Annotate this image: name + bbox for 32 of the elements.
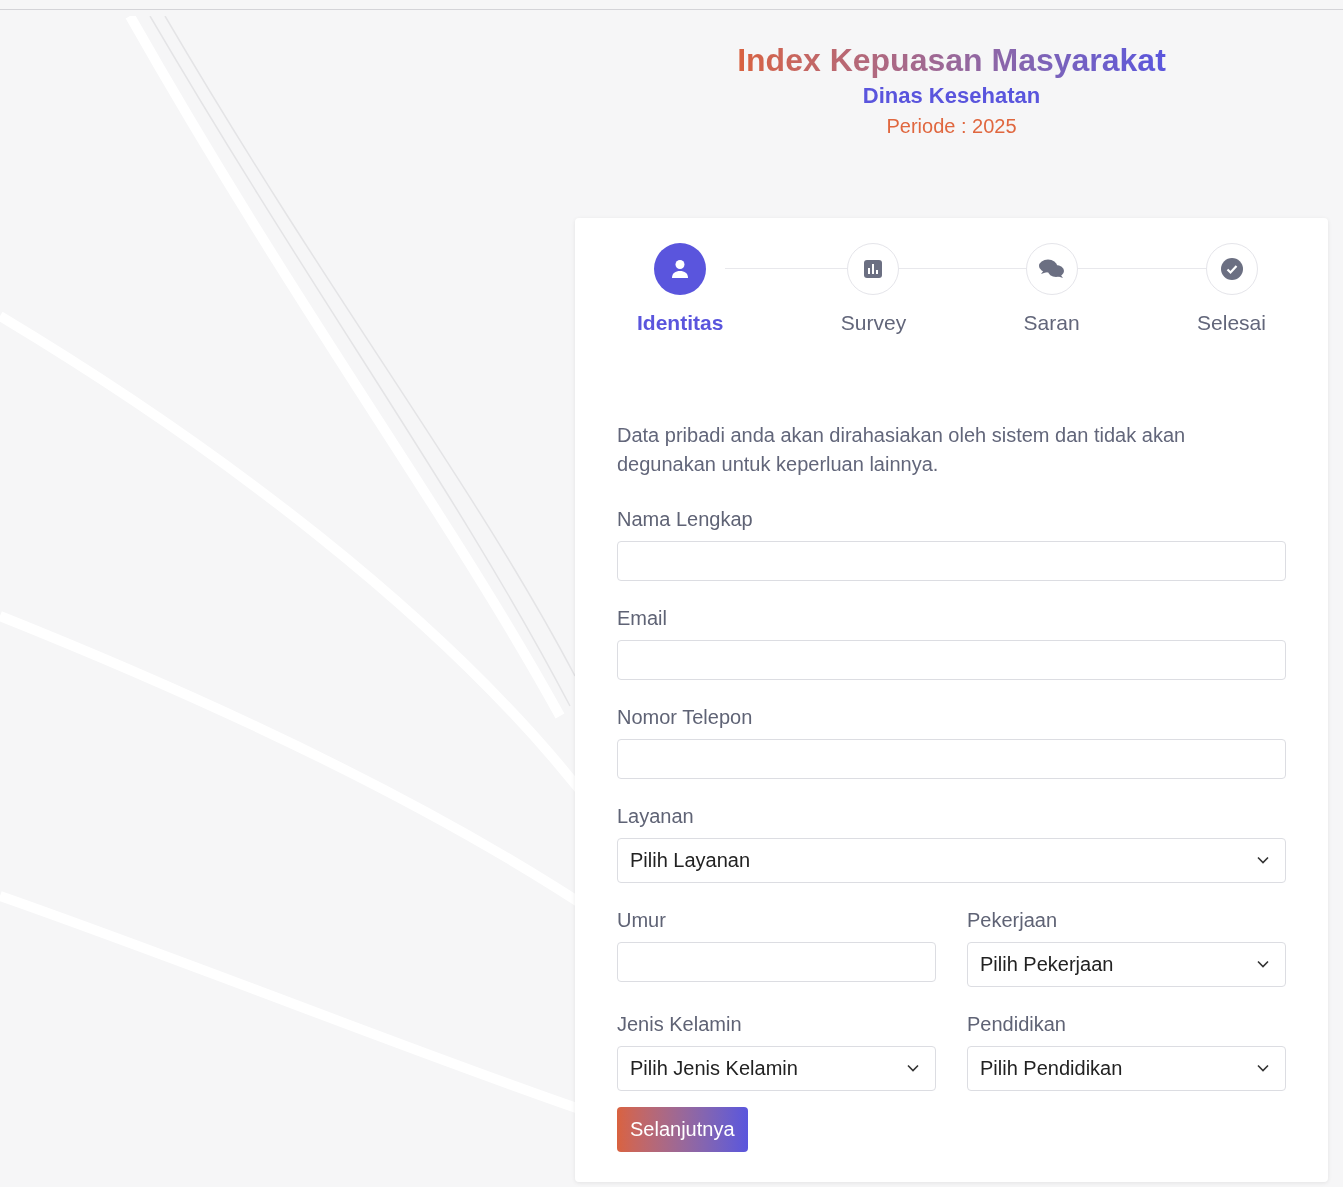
select-field[interactable]: Pilih Pendidikan [967, 1045, 1286, 1091]
step-label[interactable]: Identitas [637, 307, 724, 339]
field-label: Pekerjaan [967, 907, 1059, 933]
field-label: Jenis Kelamin [617, 1011, 743, 1037]
step-label[interactable]: Selesai [1197, 307, 1266, 339]
field-label: Layanan [617, 803, 695, 829]
chevron-down-icon [1257, 960, 1269, 968]
chevron-down-icon [1257, 856, 1269, 864]
field-label: Umur [617, 907, 667, 933]
next-button[interactable]: Selanjutnya [617, 1106, 748, 1152]
select-field[interactable]: Pilih Jenis Kelamin [617, 1045, 936, 1091]
chat-bubbles-icon [1038, 259, 1065, 279]
field-label: Nomor Telepon [617, 704, 754, 730]
select-field[interactable]: Pilih Pekerjaan [967, 941, 1286, 987]
check-circle-icon [1220, 258, 1243, 280]
bar-chart-icon [864, 260, 883, 278]
page-subtitle: Dinas Kesehatan [862, 82, 1041, 110]
input-field[interactable] [617, 738, 1286, 779]
input-field[interactable] [617, 540, 1286, 581]
field-label: Email [617, 605, 668, 631]
step-label[interactable]: Saran [1023, 307, 1080, 339]
select-field[interactable]: Pilih Layanan [617, 837, 1286, 883]
input-field[interactable] [617, 639, 1286, 680]
field-label: Pendidikan [967, 1011, 1067, 1037]
privacy-note: Data pribadi anda akan dirahasiakan oleh sistem dan tidak akan degunakan untuk keperluan lainnya. [617, 422, 1187, 477]
chevron-down-icon [907, 1064, 919, 1072]
chevron-down-icon [1257, 1064, 1269, 1072]
input-field[interactable] [617, 941, 936, 982]
period-text: Periode : 2025 [886, 114, 1017, 139]
step-label[interactable]: Survey [840, 307, 907, 339]
field-label: Nama Lengkap [617, 506, 754, 532]
user-icon [671, 259, 690, 279]
